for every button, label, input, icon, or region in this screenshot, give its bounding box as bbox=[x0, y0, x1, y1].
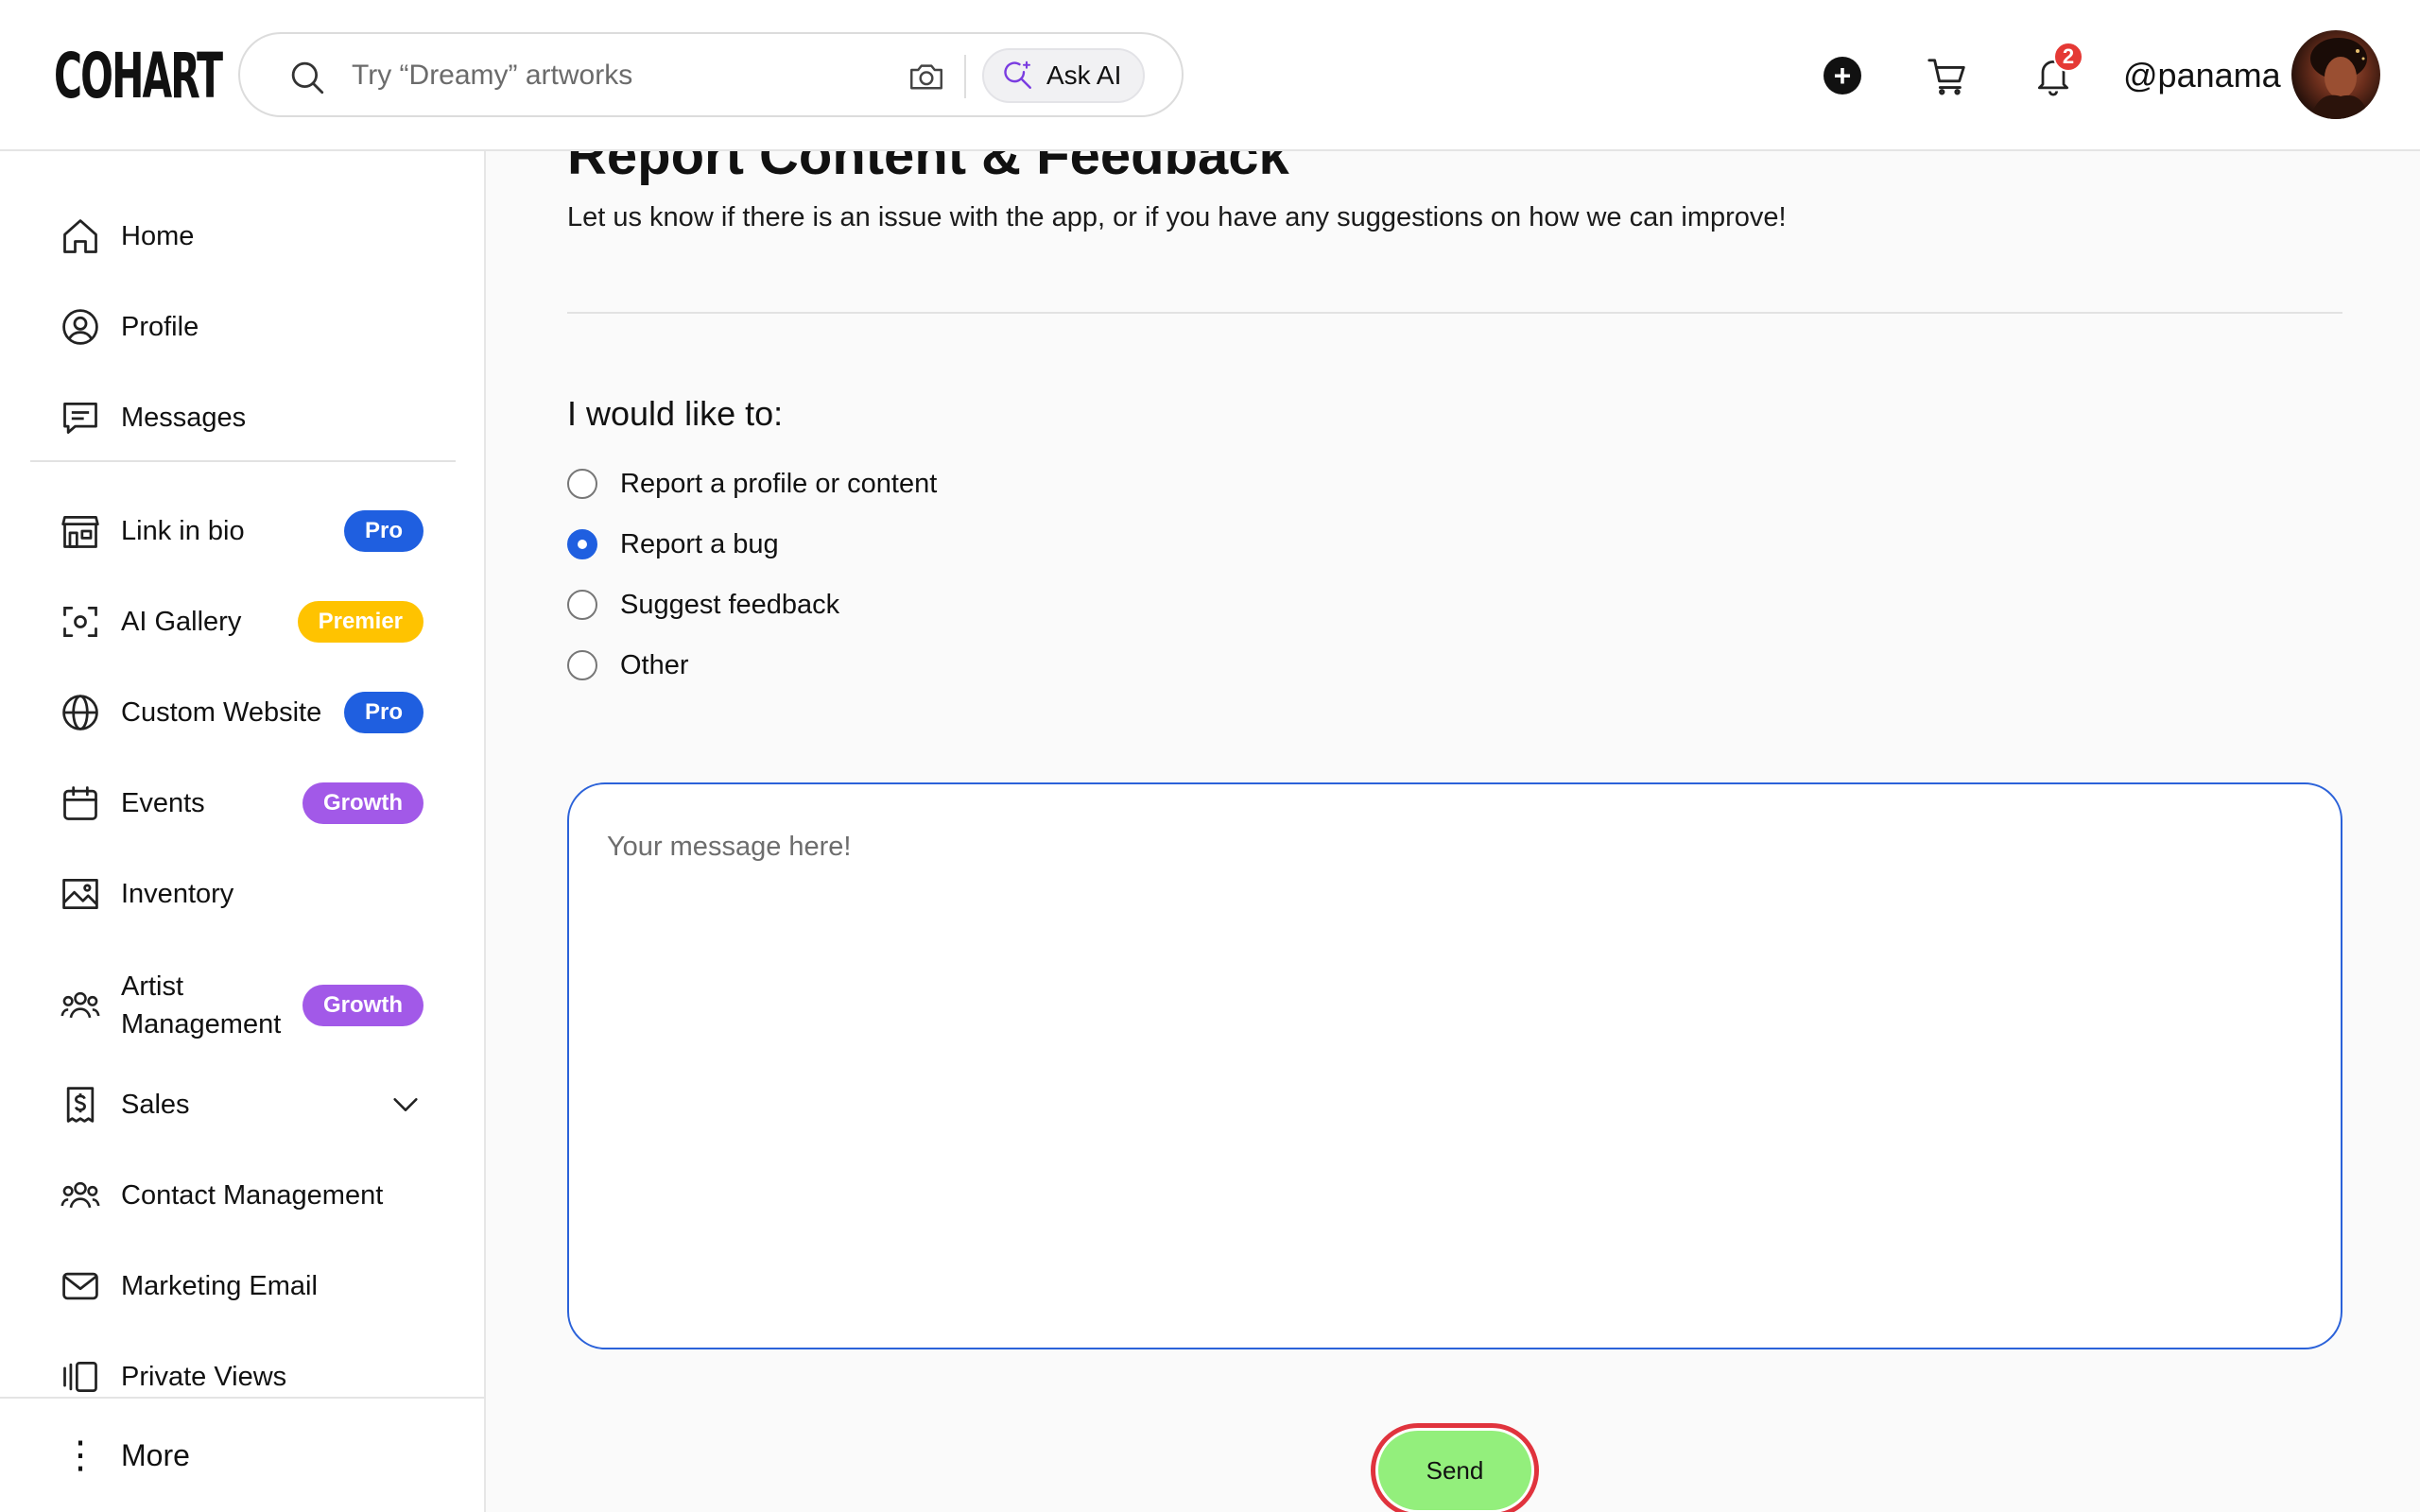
contacts-group-icon bbox=[59, 1174, 102, 1217]
page-title: Report Content & Feedback bbox=[567, 151, 1289, 186]
option-label: Other bbox=[620, 649, 689, 680]
sidebar-item-label: Contact Management bbox=[121, 1180, 384, 1211]
sidebar-item-more[interactable]: ⋮ More bbox=[59, 1429, 190, 1482]
pro-badge: Pro bbox=[343, 510, 424, 552]
sidebar-item-label: Inventory bbox=[121, 879, 234, 909]
sidebar-item-label: Link in bio bbox=[121, 516, 245, 546]
plus-icon: + bbox=[1833, 59, 1852, 93]
sidebar-divider bbox=[30, 460, 456, 462]
premier-badge: Premier bbox=[297, 601, 424, 643]
feedback-form: Report Content & Feedback Let us know if… bbox=[486, 151, 2420, 1512]
sidebar-item-label: Events bbox=[121, 788, 205, 818]
search-divider bbox=[964, 55, 966, 98]
cart-icon[interactable] bbox=[1926, 55, 1969, 98]
sidebar-item-link-in-bio[interactable]: Link in bio Pro bbox=[59, 498, 435, 564]
sidebar-item-label: Marketing Email bbox=[121, 1271, 318, 1301]
users-group-icon bbox=[59, 984, 102, 1027]
option-label: Suggest feedback bbox=[620, 589, 840, 620]
sidebar-item-label: Artist Management bbox=[121, 971, 282, 1040]
pro-badge: Pro bbox=[343, 692, 424, 733]
calendar-icon bbox=[59, 782, 102, 825]
ask-ai-label: Ask AI bbox=[1046, 60, 1122, 90]
notification-count-badge: 2 bbox=[2053, 42, 2083, 72]
image-icon bbox=[59, 872, 102, 916]
notifications-button[interactable]: 2 bbox=[2032, 42, 2083, 100]
send-button[interactable]: Send bbox=[1378, 1431, 1531, 1510]
sidebar-item-label: AI Gallery bbox=[121, 607, 242, 637]
radio-button-selected[interactable] bbox=[567, 529, 597, 559]
sidebar-item-custom-website[interactable]: Custom Website Pro bbox=[59, 679, 435, 746]
sidebar-item-ai-gallery[interactable]: AI Gallery Premier bbox=[59, 589, 435, 655]
radio-button[interactable] bbox=[567, 590, 597, 620]
sidebar-item-artist-management[interactable]: Artist Management Growth bbox=[59, 966, 435, 1045]
avatar-portrait bbox=[2310, 38, 2369, 119]
option-other[interactable]: Other bbox=[567, 643, 689, 688]
private-views-icon bbox=[59, 1355, 102, 1399]
sidebar-item-label: Private Views bbox=[121, 1362, 287, 1392]
home-icon bbox=[59, 215, 102, 258]
sidebar: Home Profile Messages Link in bio Pro AI… bbox=[0, 151, 486, 1512]
sidebar-item-label: Messages bbox=[121, 403, 247, 433]
message-box bbox=[567, 782, 2342, 1349]
sidebar-item-home[interactable]: Home bbox=[59, 203, 435, 269]
ask-ai-button[interactable]: Ask AI bbox=[982, 48, 1145, 103]
sidebar-item-profile[interactable]: Profile bbox=[59, 294, 435, 360]
avatar[interactable] bbox=[2291, 30, 2380, 119]
section-divider bbox=[567, 312, 2342, 314]
message-icon bbox=[59, 396, 102, 439]
growth-badge: Growth bbox=[302, 985, 424, 1026]
radio-button[interactable] bbox=[567, 469, 597, 499]
growth-badge: Growth bbox=[302, 782, 424, 824]
sidebar-item-label: Sales bbox=[121, 1090, 190, 1120]
search-icon bbox=[291, 61, 324, 94]
option-report-profile[interactable]: Report a profile or content bbox=[567, 461, 937, 507]
message-textarea[interactable] bbox=[569, 784, 2341, 1348]
sidebar-item-label: More bbox=[121, 1438, 190, 1472]
top-bar: COHART Ask AI + 2 @panama bbox=[0, 0, 2420, 151]
sidebar-item-label: Home bbox=[121, 221, 195, 251]
cohart-logo[interactable]: COHART bbox=[54, 42, 223, 112]
sidebar-item-sales[interactable]: Sales bbox=[59, 1072, 435, 1138]
radio-button[interactable] bbox=[567, 650, 597, 680]
username[interactable]: @panama bbox=[2123, 55, 2281, 96]
camera-icon[interactable] bbox=[906, 57, 947, 96]
scan-icon bbox=[59, 600, 102, 644]
option-suggest-feedback[interactable]: Suggest feedback bbox=[567, 582, 839, 627]
sidebar-item-label: Profile bbox=[121, 312, 199, 342]
chevron-down-icon[interactable] bbox=[389, 1089, 422, 1121]
option-question: I would like to: bbox=[567, 394, 784, 433]
ai-search-icon bbox=[1004, 60, 1031, 89]
receipt-dollar-icon bbox=[59, 1083, 102, 1126]
sidebar-more-bar: ⋮ More bbox=[0, 1397, 484, 1512]
user-circle-icon bbox=[59, 305, 102, 349]
create-plus-button[interactable]: + bbox=[1824, 57, 1861, 94]
mail-icon bbox=[59, 1264, 102, 1308]
globe-icon bbox=[59, 691, 102, 734]
sidebar-item-label: Custom Website bbox=[121, 697, 322, 728]
more-vertical-icon: ⋮ bbox=[61, 1435, 99, 1476]
sidebar-item-messages[interactable]: Messages bbox=[59, 385, 435, 451]
sidebar-item-inventory[interactable]: Inventory bbox=[59, 861, 435, 927]
sidebar-item-events[interactable]: Events Growth bbox=[59, 770, 435, 836]
page-subtitle: Let us know if there is an issue with th… bbox=[567, 202, 1787, 232]
option-label: Report a profile or content bbox=[620, 468, 938, 499]
sidebar-item-marketing-email[interactable]: Marketing Email bbox=[59, 1253, 435, 1319]
option-report-bug[interactable]: Report a bug bbox=[567, 522, 779, 567]
sidebar-item-contact-management[interactable]: Contact Management bbox=[59, 1162, 435, 1228]
search-bar[interactable]: Ask AI bbox=[238, 32, 1184, 117]
option-label: Report a bug bbox=[620, 528, 779, 559]
storefront-icon bbox=[59, 509, 102, 553]
